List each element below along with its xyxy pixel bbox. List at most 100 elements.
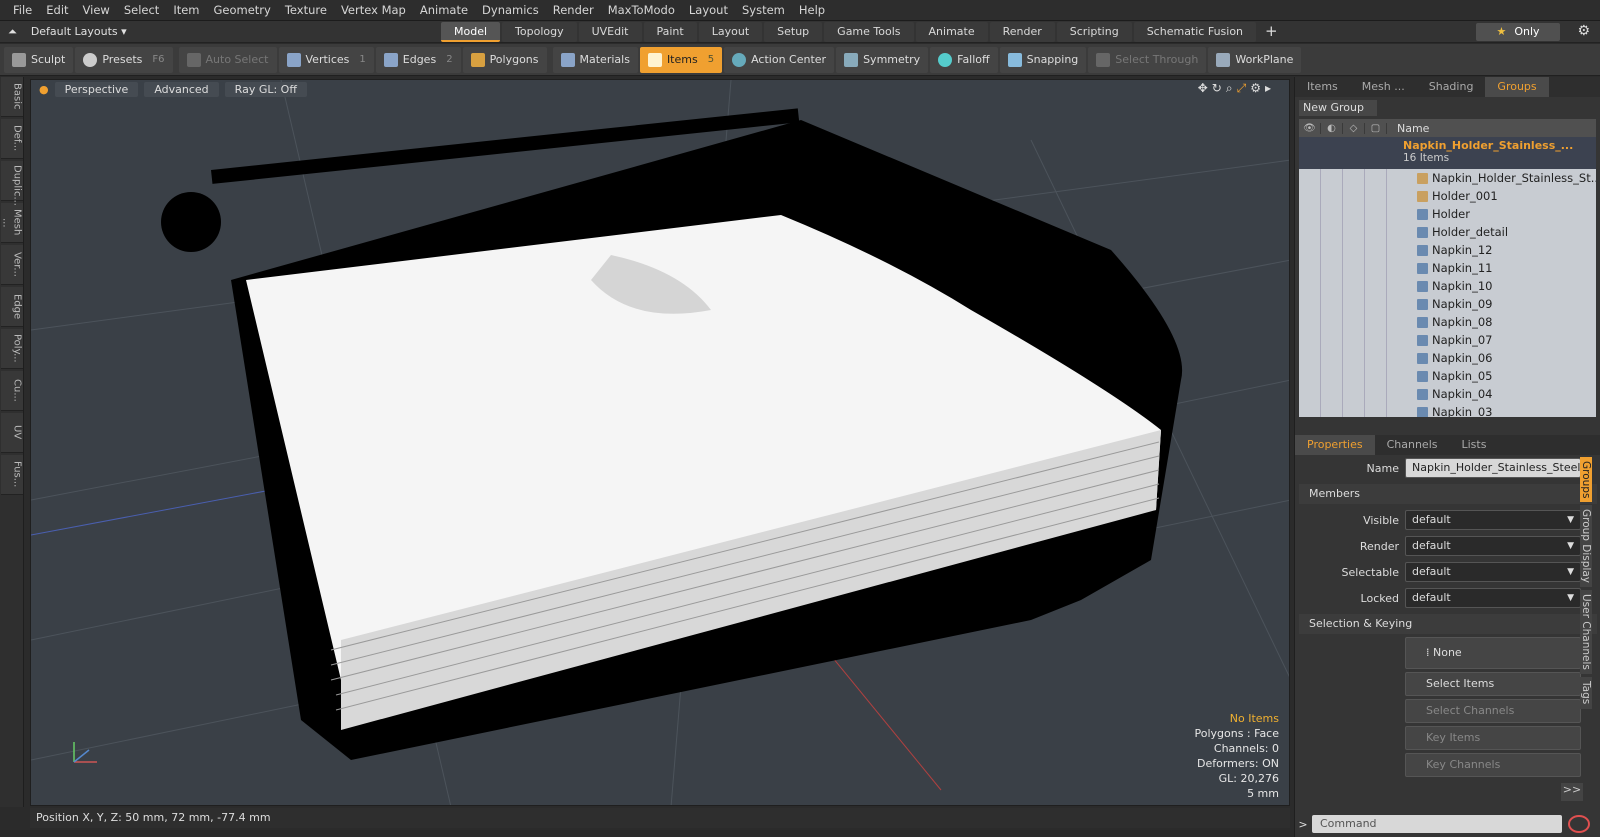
menu-system[interactable]: System (735, 0, 792, 21)
record-icon[interactable] (1568, 815, 1590, 833)
selectable-icon[interactable]: ◇ (1343, 122, 1365, 134)
3d-viewport[interactable]: ● Perspective Advanced Ray GL: Off ✥ ↻ ⌕… (30, 79, 1290, 806)
left-tab-curve[interactable]: Cu... (0, 371, 23, 411)
left-tab-mesh[interactable]: Mesh ... (0, 203, 23, 243)
menu-vertex-map[interactable]: Vertex Map (334, 0, 413, 21)
zoom-icon[interactable]: ⌕ (1226, 81, 1233, 96)
members-section[interactable]: Members (1299, 484, 1597, 504)
tab-game-tools[interactable]: Game Tools (824, 21, 914, 42)
left-tab-edge[interactable]: Edge (0, 287, 23, 327)
list-item[interactable]: Holder_001 (1299, 187, 1596, 205)
menu-edit[interactable]: Edit (39, 0, 75, 21)
tab-model[interactable]: Model (441, 21, 501, 42)
tab-items[interactable]: Items (1295, 77, 1350, 97)
menu-maxtomodo[interactable]: MaxToModo (601, 0, 682, 21)
left-tab-deform[interactable]: Def... (0, 119, 23, 159)
locked-select[interactable]: default ▼ (1405, 588, 1581, 608)
view-mode-button[interactable]: Perspective (54, 81, 139, 97)
menu-texture[interactable]: Texture (278, 0, 334, 21)
pan-icon[interactable]: ✥ (1198, 81, 1208, 96)
tab-scripting[interactable]: Scripting (1056, 21, 1132, 42)
gear-icon[interactable]: ⚙ (1577, 23, 1590, 39)
auto-select-button[interactable]: Auto Select (178, 46, 277, 73)
list-item[interactable]: Napkin_07 (1299, 331, 1596, 349)
tab-animate[interactable]: Animate (915, 21, 988, 42)
left-tab-duplicate[interactable]: Duplic... (0, 161, 23, 206)
list-item[interactable]: Napkin_04 (1299, 385, 1596, 403)
list-item[interactable]: Napkin_05 (1299, 367, 1596, 385)
list-item[interactable]: Napkin_11 (1299, 259, 1596, 277)
menu-file[interactable]: File (6, 0, 39, 21)
list-item[interactable]: Holder_detail (1299, 223, 1596, 241)
collapse-icon[interactable]: ⏶ (8, 25, 17, 39)
edges-button[interactable]: Edges 2 (375, 46, 461, 73)
select-items-button[interactable]: Select Items (1405, 672, 1581, 696)
menu-render[interactable]: Render (546, 0, 601, 21)
list-item[interactable]: Napkin_06 (1299, 349, 1596, 367)
list-item[interactable]: Napkin_03 (1299, 403, 1596, 417)
left-tab-polygon[interactable]: Poly... (0, 329, 23, 369)
left-tab-fusion[interactable]: Fus... (0, 455, 23, 495)
group-row[interactable]: Napkin_Holder_Stainless_... 16 Items (1299, 137, 1596, 169)
tab-setup[interactable]: Setup (764, 21, 823, 42)
name-input[interactable]: Napkin_Holder_Stainless_Steel_F (1405, 458, 1592, 478)
menu-dynamics[interactable]: Dynamics (475, 0, 546, 21)
render-select[interactable]: default ▼ (1405, 536, 1581, 556)
raygl-button[interactable]: Ray GL: Off (224, 81, 307, 97)
settings-icon[interactable]: ⚙ (1250, 81, 1261, 96)
select-through-button[interactable]: Select Through (1088, 46, 1207, 73)
list-item[interactable]: Holder (1299, 205, 1596, 223)
advanced-button[interactable]: Advanced (144, 81, 219, 97)
only-toggle[interactable]: ★ Only (1476, 23, 1560, 41)
eye-icon[interactable]: 👁 (1299, 122, 1321, 134)
items-button[interactable]: Items 5 (639, 46, 723, 73)
menu-select[interactable]: Select (117, 0, 166, 21)
side-tab-groups[interactable]: Groups (1580, 457, 1592, 503)
selection-keying-section[interactable]: Selection & Keying (1299, 614, 1597, 634)
visible-select[interactable]: default ▼ (1405, 510, 1581, 530)
side-tab-user-channels[interactable]: User Channels (1580, 590, 1592, 675)
command-input[interactable]: Command (1312, 815, 1562, 833)
none-button[interactable]: ⁞ None (1405, 637, 1581, 669)
render-icon[interactable]: ◐ (1321, 122, 1343, 134)
tab-schematic-fusion[interactable]: Schematic Fusion (1133, 21, 1257, 42)
layout-selector[interactable]: ⏶ Default Layouts ▾ (0, 25, 440, 39)
snapping-button[interactable]: Snapping (999, 46, 1087, 73)
workplane-button[interactable]: WorkPlane (1208, 46, 1302, 73)
tab-render[interactable]: Render (989, 21, 1055, 42)
expand-icon[interactable]: ▸ (1265, 81, 1271, 96)
list-item[interactable]: Napkin_08 (1299, 313, 1596, 331)
list-item[interactable]: Napkin_12 (1299, 241, 1596, 259)
menu-view[interactable]: View (76, 0, 117, 21)
tab-properties[interactable]: Properties (1295, 435, 1375, 455)
sculpt-button[interactable]: Sculpt (4, 46, 74, 73)
left-tab-vertex[interactable]: Ver... (0, 245, 23, 285)
materials-button[interactable]: Materials (552, 46, 638, 73)
key-channels-button[interactable]: Key Channels (1405, 753, 1581, 777)
menu-geometry[interactable]: Geometry (207, 0, 278, 21)
menu-help[interactable]: Help (792, 0, 832, 21)
symmetry-button[interactable]: Symmetry (836, 46, 929, 73)
list-item[interactable]: Napkin_10 (1299, 277, 1596, 295)
tab-paint[interactable]: Paint (643, 21, 697, 42)
tab-mesh[interactable]: Mesh ... (1350, 77, 1417, 97)
action-center-button[interactable]: Action Center (724, 46, 835, 73)
list-item[interactable]: Napkin_Holder_Stainless_St... (1299, 169, 1596, 187)
rotate-icon[interactable]: ↻ (1212, 81, 1222, 96)
new-group-button[interactable]: New Group (1299, 100, 1377, 116)
tab-channels[interactable]: Channels (1375, 435, 1450, 455)
tab-groups[interactable]: Groups (1485, 77, 1549, 97)
select-channels-button[interactable]: Select Channels (1405, 699, 1581, 723)
menu-item[interactable]: Item (166, 0, 206, 21)
tab-topology[interactable]: Topology (502, 21, 577, 42)
tab-lists[interactable]: Lists (1450, 435, 1499, 455)
tab-shading[interactable]: Shading (1417, 77, 1486, 97)
viewport-menu-icon[interactable]: ● (39, 83, 49, 96)
polygons-button[interactable]: Polygons (462, 46, 547, 73)
left-tab-uv[interactable]: UV (0, 413, 23, 453)
tab-layout[interactable]: Layout (698, 21, 763, 42)
fit-icon[interactable]: ⤢ (1237, 81, 1247, 96)
lock-icon[interactable]: ▢ (1365, 122, 1387, 134)
vertices-button[interactable]: Vertices 1 (278, 46, 374, 73)
tab-uvedit[interactable]: UVEdit (578, 21, 642, 42)
